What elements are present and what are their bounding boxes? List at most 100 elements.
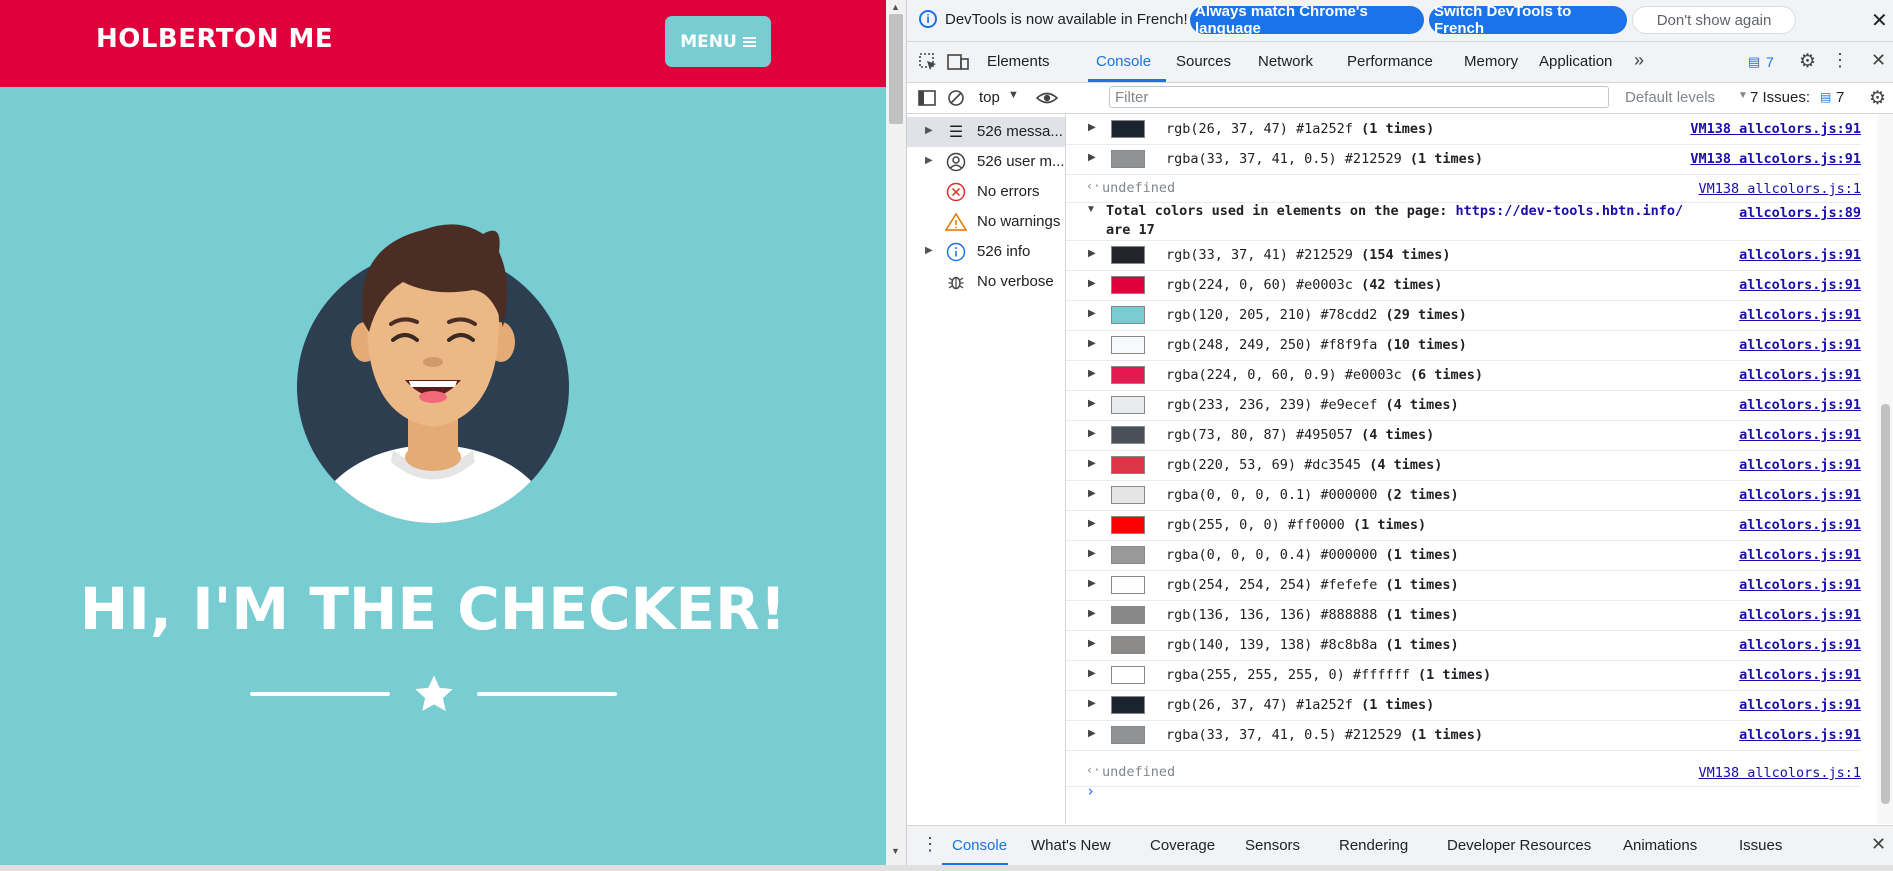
dont-show-again-button[interactable]: Don't show again (1632, 6, 1796, 34)
page-scrollbar[interactable]: ▲ ▼ (886, 0, 906, 871)
source-link[interactable]: allcolors.js:89 (1739, 205, 1861, 221)
console-filter-input[interactable] (1109, 86, 1609, 108)
console-settings-icon[interactable]: ⚙ (1869, 87, 1886, 110)
source-link[interactable]: allcolors.js:91 (1739, 487, 1861, 503)
expand-triangle-icon[interactable]: ▶ (1088, 428, 1096, 439)
expand-triangle-icon[interactable]: ▶ (1088, 338, 1096, 349)
close-icon[interactable]: ✕ (1871, 8, 1888, 33)
expand-triangle-icon[interactable]: ▶ (1088, 398, 1096, 409)
page-scrollbar-thumb[interactable] (889, 14, 903, 124)
log-row[interactable]: ▶ rgb(120, 205, 210) #78cdd2 (29 times) al… (1066, 300, 1861, 331)
sidebar-item-messages[interactable]: ▶ ☰ 526 messa... (907, 117, 1065, 147)
source-link[interactable]: allcolors.js:91 (1739, 367, 1861, 383)
source-link[interactable]: VM138 allcolors.js:91 (1690, 121, 1861, 137)
source-link[interactable]: allcolors.js:91 (1739, 547, 1861, 563)
log-row[interactable]: ▶ rgba(224, 0, 60, 0.9) #e0003c (6 times)… (1066, 360, 1861, 391)
drawer-tab-animations[interactable]: Animations (1623, 837, 1697, 854)
source-link[interactable]: VM138 allcolors.js:1 (1698, 765, 1861, 781)
log-row[interactable]: ▶ rgba(0, 0, 0, 0.4) #000000 (1 times) all… (1066, 540, 1861, 571)
expand-triangle-icon[interactable]: ▶ (1088, 308, 1096, 319)
log-row[interactable]: ▶ rgb(26, 37, 47) #1a252f (1 times) allcol… (1066, 690, 1861, 721)
brand-logo[interactable]: HOLBERTON ME (96, 24, 333, 54)
console-scrollbar[interactable] (1877, 114, 1893, 824)
tab-application[interactable]: Application (1539, 53, 1612, 70)
clear-console-icon[interactable] (947, 89, 965, 107)
expand-triangle-icon[interactable]: ▶ (1088, 728, 1096, 739)
console-group-header[interactable]: ▼ Total colors used in elements on the p… (1066, 198, 1861, 241)
source-link[interactable]: allcolors.js:91 (1739, 607, 1861, 623)
tab-network[interactable]: Network (1258, 53, 1313, 70)
drawer-tab-issues[interactable]: Issues (1739, 837, 1782, 854)
log-row[interactable]: ▶ rgb(220, 53, 69) #dc3545 (4 times) allco… (1066, 450, 1861, 481)
settings-gear-icon[interactable]: ⚙ (1799, 50, 1816, 73)
source-link[interactable]: VM138 allcolors.js:1 (1698, 181, 1861, 197)
source-link[interactable]: allcolors.js:91 (1739, 667, 1861, 683)
expand-triangle-icon[interactable]: ▶ (1088, 488, 1096, 499)
expand-triangle-icon[interactable]: ▶ (1088, 248, 1096, 259)
expand-triangle-icon[interactable]: ▶ (1088, 548, 1096, 559)
live-expression-eye-icon[interactable] (1036, 89, 1058, 107)
expand-triangle-icon[interactable]: ▶ (925, 245, 933, 256)
more-options-icon[interactable]: ⋮ (1831, 50, 1849, 71)
log-row[interactable]: ▶ rgb(248, 249, 250) #f8f9fa (10 times) al… (1066, 330, 1861, 361)
log-row[interactable]: ▶ rgba(0, 0, 0, 0.1) #000000 (2 times) all… (1066, 480, 1861, 511)
expand-triangle-icon[interactable]: ▶ (1088, 278, 1096, 289)
device-toolbar-icon[interactable] (947, 52, 969, 72)
sidebar-item-info[interactable]: ▶ 526 info (907, 237, 1065, 267)
log-row[interactable]: ▶ rgba(255, 255, 255, 0) #ffffff (1 times… (1066, 660, 1861, 691)
drawer-tab-whats-new[interactable]: What's New (1031, 837, 1111, 854)
expand-triangle-icon[interactable]: ▶ (1088, 638, 1096, 649)
close-drawer-icon[interactable]: ✕ (1871, 834, 1886, 855)
context-selector[interactable]: top (979, 89, 1000, 106)
drawer-tab-developer-resources[interactable]: Developer Resources (1447, 837, 1591, 854)
log-row[interactable]: ▶ rgb(233, 236, 239) #e9ecef (4 times) all… (1066, 390, 1861, 421)
collapse-triangle-icon[interactable]: ▼ (1086, 204, 1096, 215)
log-row[interactable]: ▶ rgb(26, 37, 47) #1a252f (1 times) VM13… (1066, 114, 1861, 145)
source-link[interactable]: allcolors.js:91 (1739, 307, 1861, 323)
expand-triangle-icon[interactable]: ▶ (1088, 668, 1096, 679)
log-row[interactable]: ▶ rgb(73, 80, 87) #495057 (4 times) allcol… (1066, 420, 1861, 451)
tab-sources[interactable]: Sources (1176, 53, 1231, 70)
sidebar-item-errors[interactable]: No errors (907, 177, 1065, 207)
sidebar-item-verbose[interactable]: No verbose (907, 267, 1065, 297)
drawer-menu-icon[interactable]: ⋮ (921, 834, 939, 855)
drawer-tab-sensors[interactable]: Sensors (1245, 837, 1300, 854)
expand-triangle-icon[interactable]: ▶ (1088, 608, 1096, 619)
log-row[interactable]: ▶ rgb(254, 254, 254) #fefefe (1 times) all… (1066, 570, 1861, 601)
console-scrollbar-thumb[interactable] (1881, 404, 1890, 804)
log-row[interactable]: ▶ rgba(33, 37, 41, 0.5) #212529 (1 times… (1066, 144, 1861, 175)
log-row[interactable]: ▶ rgb(33, 37, 41) #212529 (154 times) allc… (1066, 240, 1861, 271)
close-devtools-icon[interactable]: ✕ (1871, 50, 1886, 71)
source-link[interactable]: allcolors.js:91 (1739, 697, 1861, 713)
source-link[interactable]: allcolors.js:91 (1739, 397, 1861, 413)
expand-triangle-icon[interactable]: ▶ (1088, 518, 1096, 529)
log-row[interactable]: ▶ rgb(140, 139, 138) #8c8b8a (1 times) all… (1066, 630, 1861, 661)
expand-triangle-icon[interactable]: ▶ (925, 125, 933, 136)
more-tabs-icon[interactable]: » (1634, 50, 1644, 71)
expand-triangle-icon[interactable]: ▶ (1088, 122, 1096, 133)
source-link[interactable]: allcolors.js:91 (1739, 427, 1861, 443)
source-link[interactable]: allcolors.js:91 (1739, 517, 1861, 533)
tab-elements[interactable]: Elements (987, 53, 1050, 70)
source-link[interactable]: allcolors.js:91 (1739, 637, 1861, 653)
log-row[interactable]: ▶ rgb(136, 136, 136) #888888 (1 times) all… (1066, 600, 1861, 631)
source-link[interactable]: VM138 allcolors.js:91 (1690, 151, 1861, 167)
issues-label[interactable]: 7 Issues: (1750, 89, 1810, 106)
sidebar-item-warnings[interactable]: No warnings (907, 207, 1065, 237)
group-link[interactable]: https://dev-tools.hbtn.info/ (1456, 203, 1684, 219)
expand-triangle-icon[interactable]: ▶ (925, 155, 933, 166)
log-row[interactable]: ▶ rgba(33, 37, 41, 0.5) #212529 (1 times)… (1066, 720, 1861, 751)
tab-memory[interactable]: Memory (1464, 53, 1518, 70)
source-link[interactable]: allcolors.js:91 (1739, 727, 1861, 743)
menu-button[interactable]: MENU (665, 16, 771, 67)
tab-performance[interactable]: Performance (1347, 53, 1433, 70)
issues-count[interactable]: 7 (1836, 89, 1844, 106)
expand-triangle-icon[interactable]: ▶ (1088, 578, 1096, 589)
source-link[interactable]: allcolors.js:91 (1739, 277, 1861, 293)
inspect-element-icon[interactable] (918, 52, 938, 72)
console-prompt-icon[interactable]: › (1086, 782, 1095, 800)
issues-badge-icon[interactable]: ▤ (1748, 54, 1760, 70)
source-link[interactable]: allcolors.js:91 (1739, 457, 1861, 473)
levels-chevron-icon[interactable]: ▼ (1738, 90, 1748, 101)
log-row[interactable]: ▶ rgb(224, 0, 60) #e0003c (42 times) allco… (1066, 270, 1861, 301)
